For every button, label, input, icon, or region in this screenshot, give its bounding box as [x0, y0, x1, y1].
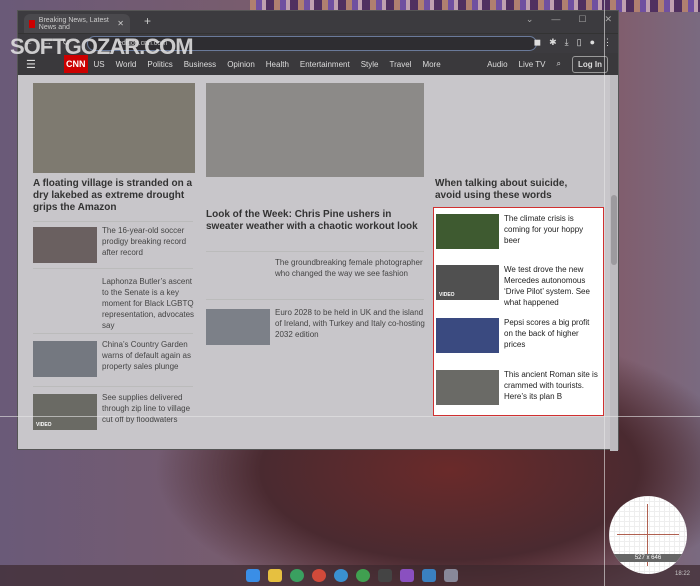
zipline-video-image[interactable]: VIDEO: [33, 394, 97, 430]
magnifier: 527 x 646: [609, 496, 687, 574]
scrollbar[interactable]: [610, 75, 618, 451]
close-window-icon[interactable]: ✕: [604, 14, 612, 25]
close-tab-icon[interactable]: ✕: [117, 19, 124, 28]
hops-image[interactable]: [436, 214, 499, 249]
cnn-favicon-icon: [29, 19, 35, 28]
stadium-image[interactable]: [206, 309, 270, 345]
terminal-icon[interactable]: [378, 569, 392, 582]
chrome-icon[interactable]: [290, 569, 304, 582]
left-story-3[interactable]: China’s Country Garden warns of default …: [102, 339, 197, 372]
login-button[interactable]: Log In: [572, 55, 608, 73]
chrome-dev-icon[interactable]: [356, 569, 370, 582]
nav-world[interactable]: World: [116, 60, 137, 69]
capture-selection[interactable]: The climate crisis is coming for your ho…: [433, 207, 604, 416]
maximize-icon[interactable]: ☐: [578, 14, 586, 25]
video-badge: VIDEO: [439, 292, 455, 298]
taskbar: 18:22: [0, 565, 700, 586]
right-story-1[interactable]: The climate crisis is coming for your ho…: [504, 213, 600, 246]
new-tab-button[interactable]: +: [144, 14, 151, 28]
tab-bar: Breaking News, Latest News and ✕ + ⌄ — ☐ ✕: [18, 11, 618, 33]
chris-pine-image[interactable]: [206, 83, 424, 177]
watermark: SOFTGOZAR.COM: [10, 34, 194, 59]
drought-village-image[interactable]: [33, 83, 195, 173]
nav-us[interactable]: US: [94, 60, 105, 69]
middle-story-1[interactable]: The groundbreaking female photographer w…: [275, 257, 425, 279]
middle-headline[interactable]: Look of the Week: Chris Pine ushers in s…: [206, 209, 426, 233]
nav-more[interactable]: More: [422, 60, 440, 69]
nav-opinion[interactable]: Opinion: [227, 60, 255, 69]
profile-avatar[interactable]: ●: [590, 37, 595, 48]
sidepanel-icon[interactable]: ▯: [577, 37, 582, 48]
left-story-4[interactable]: See supplies delivered through zip line …: [102, 392, 197, 425]
right-headline[interactable]: When talking about suicide, avoid using …: [435, 178, 595, 202]
camera-icon[interactable]: [444, 569, 458, 582]
chevron-down-icon[interactable]: ⌄: [526, 14, 534, 25]
crosshair-vertical: [604, 0, 605, 586]
right-story-4[interactable]: This ancient Roman site is crammed with …: [504, 369, 600, 402]
right-story-3[interactable]: Pepsi scores a big profit on the back of…: [504, 317, 600, 350]
clock: 18:22: [674, 571, 690, 577]
nav-audio[interactable]: Audio: [487, 60, 507, 69]
left-story-1[interactable]: The 16-year-old soccer prodigy breaking …: [102, 225, 197, 258]
nav-style[interactable]: Style: [361, 60, 379, 69]
nav-travel[interactable]: Travel: [390, 60, 412, 69]
nav-health[interactable]: Health: [266, 60, 289, 69]
visual-studio-icon[interactable]: [400, 569, 414, 582]
start-icon[interactable]: [246, 569, 260, 582]
nav-business[interactable]: Business: [184, 60, 216, 69]
left-headline[interactable]: A floating village is stranded on a dry …: [33, 178, 198, 214]
right-story-2[interactable]: We test drove the new Mercedes autonomou…: [504, 264, 600, 308]
minimize-icon[interactable]: —: [551, 14, 560, 25]
nav-live-tv[interactable]: Live TV: [519, 60, 546, 69]
left-story-2[interactable]: Laphonza Butler’s ascent to the Senate i…: [102, 276, 197, 331]
browser-tab[interactable]: Breaking News, Latest News and ✕: [24, 14, 130, 33]
tab-title: Breaking News, Latest News and: [38, 16, 109, 31]
crosshair-horizontal: [0, 416, 700, 417]
soccer-image[interactable]: [33, 227, 97, 263]
search-icon[interactable]: ⌕: [557, 59, 561, 69]
scrollbar-thumb[interactable]: [611, 195, 617, 265]
video-badge: VIDEO: [36, 422, 52, 428]
puzzle-icon[interactable]: ✱: [549, 37, 557, 48]
selection-size-label: 527 x 646: [609, 554, 687, 562]
roman-site-image[interactable]: [436, 370, 499, 405]
nav-politics[interactable]: Politics: [147, 60, 172, 69]
pepsi-image[interactable]: [436, 318, 499, 353]
file-explorer-icon[interactable]: [268, 569, 282, 582]
chrome-profile-icon[interactable]: [312, 569, 326, 582]
nav-entertainment[interactable]: Entertainment: [300, 60, 350, 69]
download-icon[interactable]: ⤓: [565, 37, 569, 48]
country-garden-image[interactable]: [33, 341, 97, 377]
remote-desktop-icon[interactable]: [422, 569, 436, 582]
chrome-alt-icon[interactable]: [334, 569, 348, 582]
middle-story-2[interactable]: Euro 2028 to be held in UK and the islan…: [275, 307, 425, 340]
mercedes-video-image[interactable]: VIDEO: [436, 265, 499, 300]
extension-icon[interactable]: ◼: [534, 37, 541, 48]
